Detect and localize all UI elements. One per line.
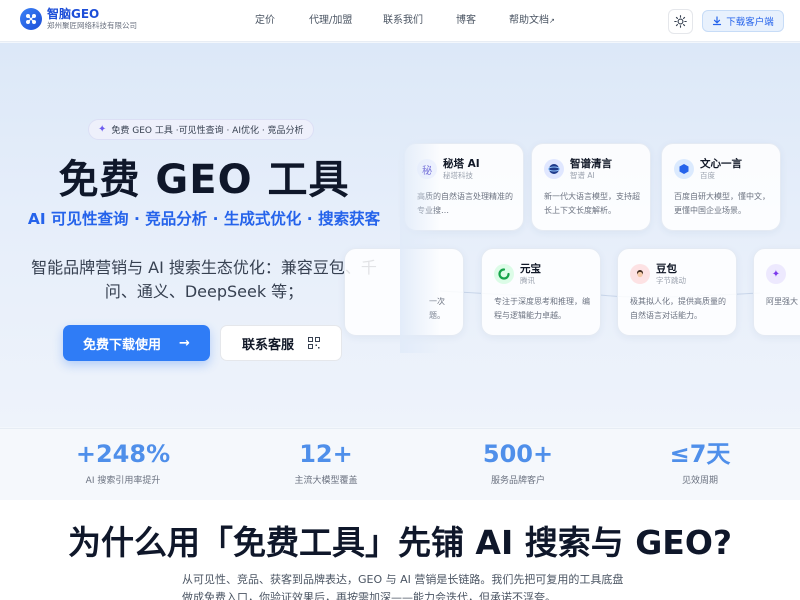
card-vendor: 字节跳动 bbox=[656, 275, 686, 285]
hero-subtitle: AI 可见性查询 · 竞品分析 · 生成式优化 · 搜索获客 bbox=[27, 210, 381, 228]
model-card-doubao[interactable]: 豆包 字节跳动 极其拟人化，提供高质量的自然语言对话能力。 bbox=[617, 248, 737, 336]
stat-value: 500+ bbox=[482, 440, 554, 468]
card-vendor: 腾讯 bbox=[520, 275, 535, 285]
stat-value: ≤7天 bbox=[669, 440, 731, 468]
model-card-partial-right[interactable]: ✦ 阿里强大 bbox=[753, 248, 800, 336]
card-name: 秘塔 AI bbox=[443, 157, 480, 170]
nav-blog[interactable]: 博客 bbox=[456, 13, 476, 29]
why-section: 为什么用「免费工具」先铺 AI 搜索与 GEO? 从可见性、竞品、获客到品牌表达… bbox=[0, 500, 800, 600]
feature-pill-text: 免费 GEO 工具 ·可见性查询 · AI优化 · 竞品分析 bbox=[111, 126, 304, 136]
download-client-button[interactable]: 下载客户端 bbox=[702, 10, 784, 32]
section-title: 为什么用「免费工具」先铺 AI 搜索与 GEO? bbox=[67, 523, 733, 562]
nav-pricing[interactable]: 定价 bbox=[255, 13, 275, 29]
sun-icon bbox=[674, 15, 687, 28]
nav-agent[interactable]: 代理/加盟 bbox=[309, 13, 352, 29]
stat-value: 12+ bbox=[299, 440, 353, 468]
nav-contact[interactable]: 联系我们 bbox=[383, 13, 423, 29]
wenxin-logo-icon bbox=[674, 159, 694, 179]
card-name: 文心一言 bbox=[700, 157, 742, 170]
card-fade-overlay bbox=[400, 133, 440, 353]
nav-docs[interactable]: 帮助文档↗ bbox=[509, 13, 555, 29]
contact-support-label: 联系客服 bbox=[241, 337, 294, 353]
card-vendor: 智谱 AI bbox=[570, 170, 595, 180]
contact-support-button[interactable]: 联系客服 bbox=[220, 325, 342, 361]
download-icon bbox=[713, 16, 722, 26]
sparkle-icon: ✦ bbox=[98, 124, 107, 135]
stat-label: 见效周期 bbox=[681, 476, 718, 486]
stat-label: 服务品牌客户 bbox=[490, 476, 545, 486]
card-description: 新一代大语言模型，支持超长上下文长度解析。 bbox=[544, 192, 640, 215]
card-vendor: 百度 bbox=[700, 170, 715, 180]
qwen-logo-icon: ✦ bbox=[766, 264, 786, 284]
nav-docs-label: 帮助文档 bbox=[509, 15, 549, 26]
qr-code-icon bbox=[308, 337, 320, 349]
card-name: 豆包 bbox=[656, 262, 677, 275]
hero-section: ✦ 免费 GEO 工具 ·可见性查询 · AI优化 · 竞品分析 免费 GEO … bbox=[0, 43, 800, 427]
stat-label: 主流大模型覆盖 bbox=[294, 476, 358, 486]
card-description: 阿里强大 bbox=[766, 297, 798, 306]
external-link-icon: ↗ bbox=[549, 17, 555, 25]
card-name: 智谱清言 bbox=[570, 157, 612, 170]
download-client-label: 下载客户端 bbox=[726, 17, 774, 28]
stats-bar: +248% AI 搜索引用率提升 12+ 主流大模型覆盖 500+ 服务品牌客户… bbox=[0, 428, 800, 500]
theme-toggle-button[interactable] bbox=[668, 9, 693, 34]
arrow-right-icon: → bbox=[179, 335, 190, 351]
stat-item: 500+ 服务品牌客户 bbox=[428, 439, 608, 486]
doubao-logo-icon bbox=[630, 264, 650, 284]
model-card-wenxin[interactable]: 文心一言 百度 百度自研大模型，懂中文，更懂中国企业场景。 bbox=[661, 143, 781, 231]
hero-title: 免费 GEO 工具 bbox=[58, 157, 350, 203]
free-download-label: 免费下载使用 bbox=[83, 337, 162, 353]
model-card-yuanbao[interactable]: 元宝 腾讯 专注于深度思考和推理，编程与逻辑能力卓越。 bbox=[481, 248, 601, 336]
feature-pill: ✦ 免费 GEO 工具 ·可见性查询 · AI优化 · 竞品分析 bbox=[88, 119, 314, 140]
stat-item: 12+ 主流大模型覆盖 bbox=[236, 439, 416, 486]
stat-item: +248% AI 搜索引用率提升 bbox=[33, 439, 213, 486]
card-description: 极其拟人化，提供高质量的自然语言对话能力。 bbox=[630, 297, 726, 320]
stat-label: AI 搜索引用率提升 bbox=[85, 476, 161, 486]
model-card-zhipu[interactable]: 智谱清言 智谱 AI 新一代大语言模型，支持超长上下文长度解析。 bbox=[531, 143, 651, 231]
card-vendor: 秘塔科技 bbox=[443, 170, 473, 180]
zhipu-logo-icon bbox=[544, 159, 564, 179]
section-text: 从可见性、竞品、获客到品牌表达，GEO 与 AI 营销是长链路。我们先把可复用的… bbox=[182, 573, 624, 600]
stat-value: +248% bbox=[75, 440, 171, 468]
card-description: 专注于深度思考和推理，编程与逻辑能力卓越。 bbox=[494, 297, 590, 320]
stat-item: ≤7天 见效周期 bbox=[610, 439, 790, 486]
yuanbao-logo-icon bbox=[494, 264, 514, 284]
hero-description: 智能品牌营销与 AI 搜索生态优化：兼容豆包、千问、通义、DeepSeek 等； bbox=[31, 258, 377, 301]
card-name: 元宝 bbox=[520, 262, 541, 275]
top-header: 智脑GEO 郑州聚匠网络科技有限公司 定价 代理/加盟 联系我们 博客 帮助文档… bbox=[0, 0, 800, 42]
free-download-button[interactable]: 免费下载使用 → bbox=[63, 325, 210, 361]
card-description: 百度自研大模型，懂中文，更懂中国企业场景。 bbox=[674, 192, 770, 215]
